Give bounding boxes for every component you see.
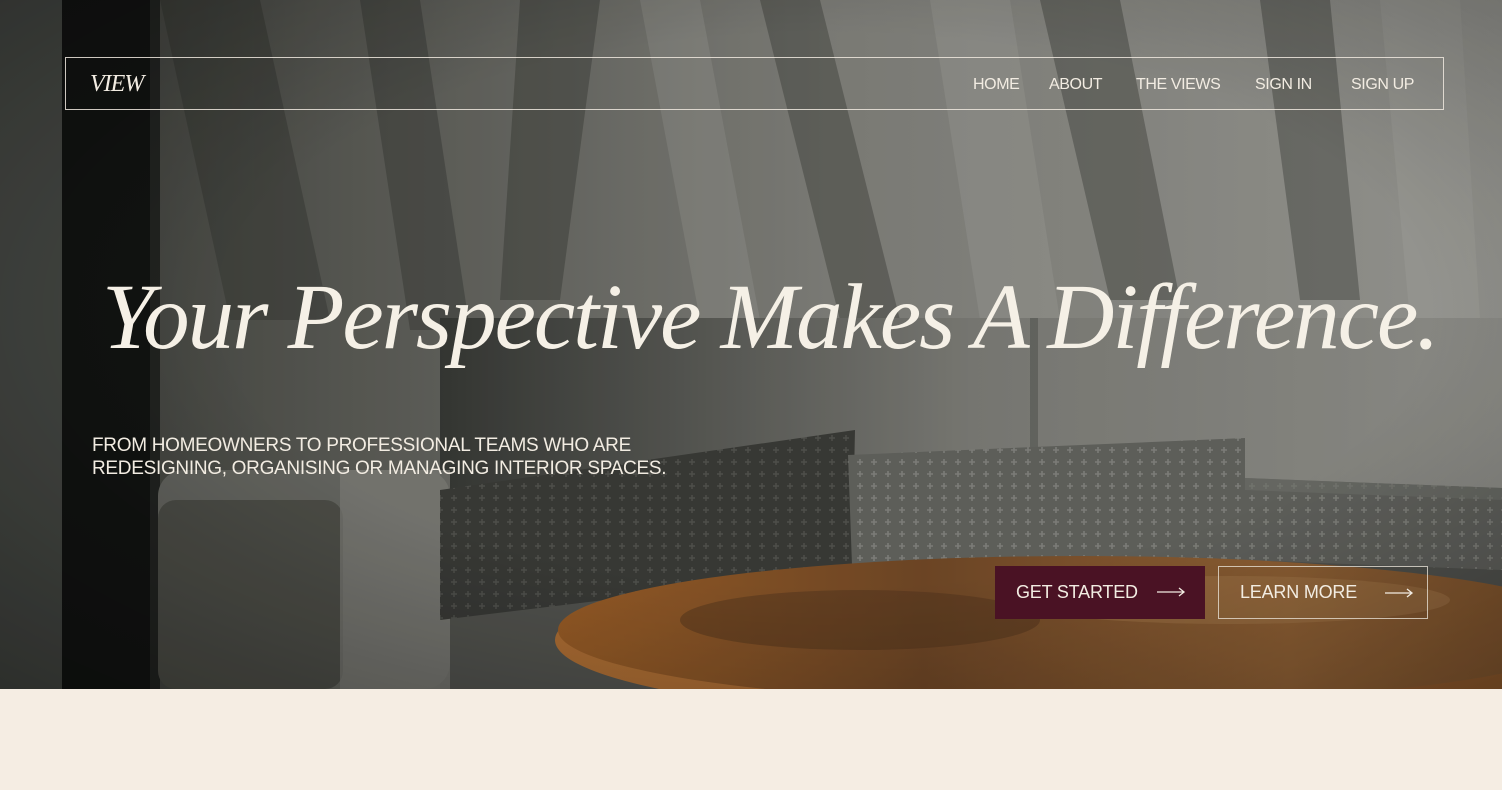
get-started-label: GET STARTED xyxy=(1016,582,1138,602)
next-section-background xyxy=(0,689,1502,790)
site-logo[interactable]: VIEW xyxy=(90,71,144,98)
nav-link-the-views[interactable]: THE VIEWS xyxy=(1136,76,1221,94)
arrow-right-icon xyxy=(1385,588,1414,598)
nav-link-about[interactable]: ABOUT xyxy=(1049,76,1103,94)
hero-subtitle-line-2: REDESIGNING, ORGANISING OR MANAGING INTE… xyxy=(92,458,667,479)
nav-link-sign-up[interactable]: SIGN UP xyxy=(1351,76,1414,94)
hero-subtitle: FROM HOMEOWNERS TO PROFESSIONAL TEAMS WH… xyxy=(92,434,666,480)
nav-link-home[interactable]: HOME xyxy=(973,76,1020,94)
hero-headline: Your Perspective Makes A Difference. xyxy=(102,266,1440,369)
top-navigation: VIEW HOME ABOUT THE VIEWS SIGN IN SIGN U… xyxy=(65,57,1444,110)
arrow-right-icon xyxy=(1157,587,1186,597)
nav-link-sign-in[interactable]: SIGN IN xyxy=(1255,76,1312,94)
learn-more-label: LEARN MORE xyxy=(1240,582,1358,602)
get-started-button[interactable]: GET STARTED xyxy=(995,566,1205,619)
hero-subtitle-line-1: FROM HOMEOWNERS TO PROFESSIONAL TEAMS WH… xyxy=(92,435,631,456)
learn-more-button[interactable]: LEARN MORE xyxy=(1218,566,1428,619)
hero-section: VIEW HOME ABOUT THE VIEWS SIGN IN SIGN U… xyxy=(0,0,1502,689)
